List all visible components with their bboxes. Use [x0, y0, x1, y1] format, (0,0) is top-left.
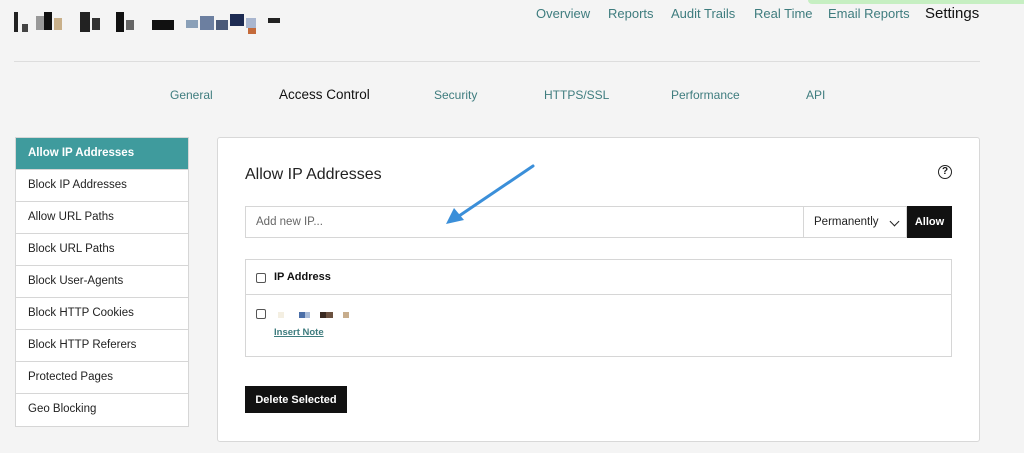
top-bar: Overview Reports Audit Trails Real Time … [0, 0, 1024, 40]
top-navigation: Overview Reports Audit Trails Real Time … [0, 5, 1024, 26]
notification-strip [808, 0, 1024, 4]
nav-reports[interactable]: Reports [608, 6, 654, 21]
ip-address-value-redacted [274, 310, 354, 320]
table-row: Insert Note [246, 295, 951, 357]
sidebar-item-block-cookies[interactable]: Block HTTP Cookies [16, 298, 188, 330]
duration-select-value: Permanently [814, 216, 879, 228]
allow-ip-panel: Allow IP Addresses ? Permanently Allow I… [217, 137, 980, 442]
tab-access-control[interactable]: Access Control [279, 87, 370, 102]
question-circle-icon[interactable]: ? [938, 165, 952, 179]
sidebar-item-allow-ip[interactable]: Allow IP Addresses [16, 138, 188, 170]
nav-settings[interactable]: Settings [925, 5, 979, 22]
sidebar-item-protected-pages[interactable]: Protected Pages [16, 362, 188, 394]
panel-title: Allow IP Addresses [245, 166, 382, 183]
insert-note-link[interactable]: Insert Note [274, 327, 324, 338]
sidebar-item-block-user-agents[interactable]: Block User-Agents [16, 266, 188, 298]
tab-general[interactable]: General [170, 88, 213, 102]
settings-tabs: General Access Control Security HTTPS/SS… [0, 87, 1024, 108]
tab-security[interactable]: Security [434, 88, 477, 102]
table-header: IP Address [246, 260, 951, 295]
sidebar-item-block-referers[interactable]: Block HTTP Referers [16, 330, 188, 362]
nav-audit-trails[interactable]: Audit Trails [671, 6, 735, 21]
header-divider [14, 61, 980, 62]
nav-email-reports[interactable]: Email Reports [828, 6, 910, 21]
row-checkbox[interactable] [256, 309, 266, 319]
ip-address-table: IP Address Insert Note [245, 259, 952, 357]
sidebar-item-block-ip[interactable]: Block IP Addresses [16, 170, 188, 202]
access-control-sidebar: Allow IP Addresses Block IP Addresses Al… [15, 137, 189, 427]
sidebar-item-geo-blocking[interactable]: Geo Blocking [16, 394, 188, 426]
tab-https-ssl[interactable]: HTTPS/SSL [544, 88, 609, 102]
sidebar-item-allow-url[interactable]: Allow URL Paths [16, 202, 188, 234]
select-all-checkbox[interactable] [256, 273, 266, 283]
nav-real-time[interactable]: Real Time [754, 6, 813, 21]
column-header-ip: IP Address [274, 271, 331, 283]
sidebar-item-block-url[interactable]: Block URL Paths [16, 234, 188, 266]
delete-selected-button[interactable]: Delete Selected [245, 386, 347, 413]
tab-api[interactable]: API [806, 88, 825, 102]
allow-button[interactable]: Allow [907, 206, 952, 238]
duration-select[interactable]: Permanently [803, 206, 907, 238]
nav-overview[interactable]: Overview [536, 6, 590, 21]
chevron-down-icon [889, 216, 900, 227]
annotation-arrow-icon [446, 164, 535, 224]
tab-performance[interactable]: Performance [671, 88, 740, 102]
